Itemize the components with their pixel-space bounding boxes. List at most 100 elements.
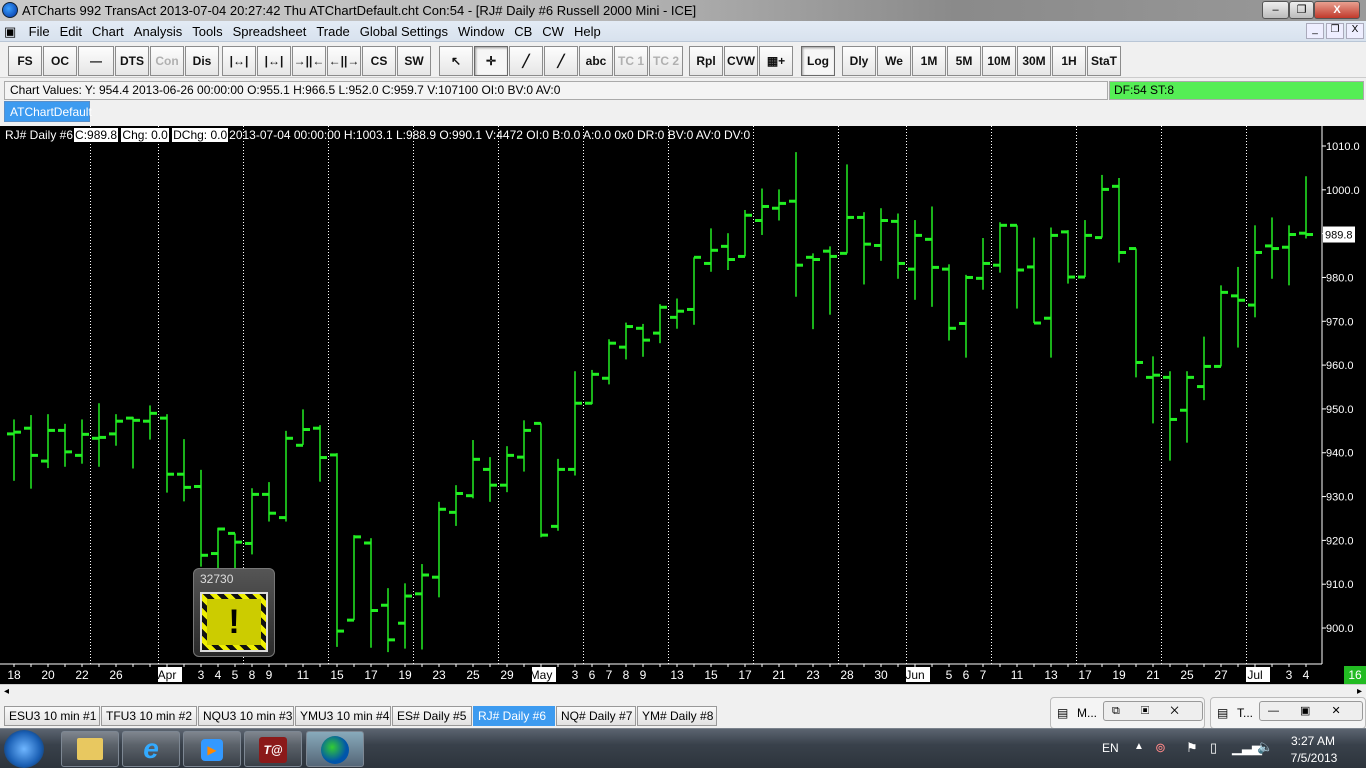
toolbar-button-group3-6[interactable]: TC 2	[649, 46, 683, 76]
clock-time[interactable]: 3:27 AM	[1288, 734, 1338, 748]
menu-cb[interactable]: CB	[509, 21, 537, 42]
toolbar-button-group4-3[interactable]: Log	[801, 46, 835, 76]
toolbar-button-group4-0[interactable]: Rpl	[689, 46, 723, 76]
explorer-icon[interactable]	[61, 731, 119, 767]
close-button[interactable]: X	[1314, 1, 1360, 19]
language-indicator[interactable]: EN	[1102, 741, 1119, 755]
toolbar-button-group3-3[interactable]: ╱	[544, 46, 578, 76]
y-tick-label: 940.0	[1326, 448, 1354, 460]
bottom-tab-8[interactable]: YM# Daily #8	[637, 706, 717, 726]
chart-tab-atchartdefault[interactable]: ATChartDefault	[4, 101, 92, 122]
transact-icon[interactable]: T@	[244, 731, 302, 767]
toolbar-button-group1-5[interactable]: Dis	[185, 46, 219, 76]
toolbar-button-group3-5[interactable]: TC 1	[614, 46, 648, 76]
ohlc-bar	[925, 206, 939, 307]
menu-tools[interactable]: Tools	[187, 21, 227, 42]
y-tick-label: 910.0	[1326, 579, 1354, 591]
menu-trade[interactable]: Trade	[311, 21, 354, 42]
bottom-tab-2[interactable]: TFU3 10 min #2	[101, 706, 197, 726]
minimize-button[interactable]: –	[1262, 1, 1289, 19]
bottom-tab-7[interactable]: NQ# Daily #7	[556, 706, 636, 726]
toolbar-button-group5-7[interactable]: StaT	[1087, 46, 1121, 76]
menu-edit[interactable]: Edit	[55, 21, 87, 42]
mini-window-controls[interactable]: — ▣ ✕	[1259, 701, 1363, 721]
toolbar-button-group5-2[interactable]: 1M	[912, 46, 946, 76]
clock-date[interactable]: 7/5/2013	[1284, 751, 1344, 765]
scroll-left-arrow-icon[interactable]: ◂	[4, 686, 9, 697]
ohlc-bar	[755, 188, 769, 235]
ohlc-bar	[636, 323, 650, 357]
document-icon[interactable]: ▣	[0, 21, 20, 42]
toolbar-button-group3-2[interactable]: ╱	[509, 46, 543, 76]
x-tick-label: 15	[330, 668, 344, 682]
minimized-window-t[interactable]: ▤ T... — ▣ ✕	[1210, 697, 1366, 729]
alert-popup[interactable]: 32730 !	[193, 568, 275, 657]
close-value: C:989.8	[74, 128, 119, 142]
toolbar-button-group1-0[interactable]: FS	[8, 46, 42, 76]
toolbar-button-group5-6[interactable]: 1H	[1052, 46, 1086, 76]
mdi-close-button[interactable]: X	[1346, 23, 1364, 39]
bottom-tab-6[interactable]: RJ# Daily #6	[473, 706, 555, 726]
menu-global-settings[interactable]: Global Settings	[355, 21, 453, 42]
toolbar-button-group2-5[interactable]: SW	[397, 46, 431, 76]
ohlc-bar	[1146, 356, 1160, 424]
warning-icon: !	[200, 592, 268, 652]
menu-spreadsheet[interactable]: Spreadsheet	[228, 21, 312, 42]
bottom-tab-1[interactable]: ESU3 10 min #1	[4, 706, 100, 726]
power-icon[interactable]: ▯	[1210, 740, 1217, 756]
mdi-restore-button[interactable]: ❐	[1326, 23, 1344, 39]
atcharts-icon[interactable]	[306, 731, 364, 767]
bottom-tab-4[interactable]: YMU3 10 min #4	[295, 706, 391, 726]
start-button[interactable]	[4, 730, 44, 768]
menu-file[interactable]: File	[24, 21, 55, 42]
ohlc-bar	[908, 220, 922, 300]
ohlc-bar	[653, 304, 667, 344]
toolbar-button-group4-1[interactable]: CVW	[724, 46, 758, 76]
y-tick-label: 920.0	[1326, 535, 1354, 547]
ohlc-bar	[500, 446, 514, 493]
restore-button[interactable]: ❐	[1289, 1, 1314, 19]
tray-transact-icon[interactable]: ⊚	[1155, 740, 1166, 756]
ohlc-bar	[1112, 177, 1126, 263]
menu-chart[interactable]: Chart	[87, 21, 129, 42]
bottom-tab-3[interactable]: NQU3 10 min #3	[198, 706, 294, 726]
toolbar-button-group2-0[interactable]: |↔|	[222, 46, 256, 76]
minimized-window-m[interactable]: ▤ M... ⧉ ▣ ✕	[1050, 697, 1205, 729]
toolbar-button-group5-1[interactable]: We	[877, 46, 911, 76]
toolbar-button-group5-5[interactable]: 30M	[1017, 46, 1051, 76]
toolbar-button-group5-0[interactable]: Dly	[842, 46, 876, 76]
toolbar-button-group5-3[interactable]: 5M	[947, 46, 981, 76]
toolbar-button-group1-1[interactable]: OC	[43, 46, 77, 76]
tray-expand-icon[interactable]: ▲	[1134, 741, 1144, 752]
toolbar-button-group4-2[interactable]: ▦+	[759, 46, 793, 76]
bottom-tab-5[interactable]: ES# Daily #5	[392, 706, 472, 726]
ohlc-bar	[177, 439, 191, 502]
y-tick-label: 1010.0	[1326, 141, 1360, 153]
menu-help[interactable]: Help	[569, 21, 606, 42]
action-center-flag-icon[interactable]: ⚑	[1186, 740, 1198, 756]
volume-icon[interactable]: 🔈	[1257, 739, 1273, 755]
app-globe-icon[interactable]	[2, 2, 18, 18]
toolbar-button-group5-4[interactable]: 10M	[982, 46, 1016, 76]
toolbar-button-group2-2[interactable]: →||←	[292, 46, 326, 76]
mini-window-controls[interactable]: ⧉ ▣ ✕	[1103, 701, 1203, 721]
toolbar-button-group1-2[interactable]: —	[78, 46, 114, 76]
scroll-right-arrow-icon[interactable]: ▸	[1357, 686, 1362, 697]
menu-window[interactable]: Window	[453, 21, 509, 42]
toolbar-button-group2-3[interactable]: ←||→	[327, 46, 361, 76]
internet-explorer-icon[interactable]: e	[122, 731, 180, 767]
toolbar-button-group3-0[interactable]: ↖	[439, 46, 473, 76]
toolbar-button-group3-1[interactable]: ✛	[474, 46, 508, 76]
media-player-icon[interactable]: ▶	[183, 731, 241, 767]
ohlc-bar	[738, 209, 752, 258]
toolbar-button-group1-4[interactable]: Con	[150, 46, 184, 76]
toolbar-button-group1-3[interactable]: DTS	[115, 46, 149, 76]
menu-analysis[interactable]: Analysis	[129, 21, 187, 42]
mdi-minimize-button[interactable]: _	[1306, 23, 1324, 39]
toolbar-button-group2-1[interactable]: |↔|	[257, 46, 291, 76]
toolbar-button-group3-4[interactable]: abc	[579, 46, 613, 76]
menu-cw[interactable]: CW	[537, 21, 569, 42]
ohlc-bar	[364, 538, 378, 648]
toolbar-button-group2-4[interactable]: CS	[362, 46, 396, 76]
ohlc-bar	[262, 482, 276, 522]
